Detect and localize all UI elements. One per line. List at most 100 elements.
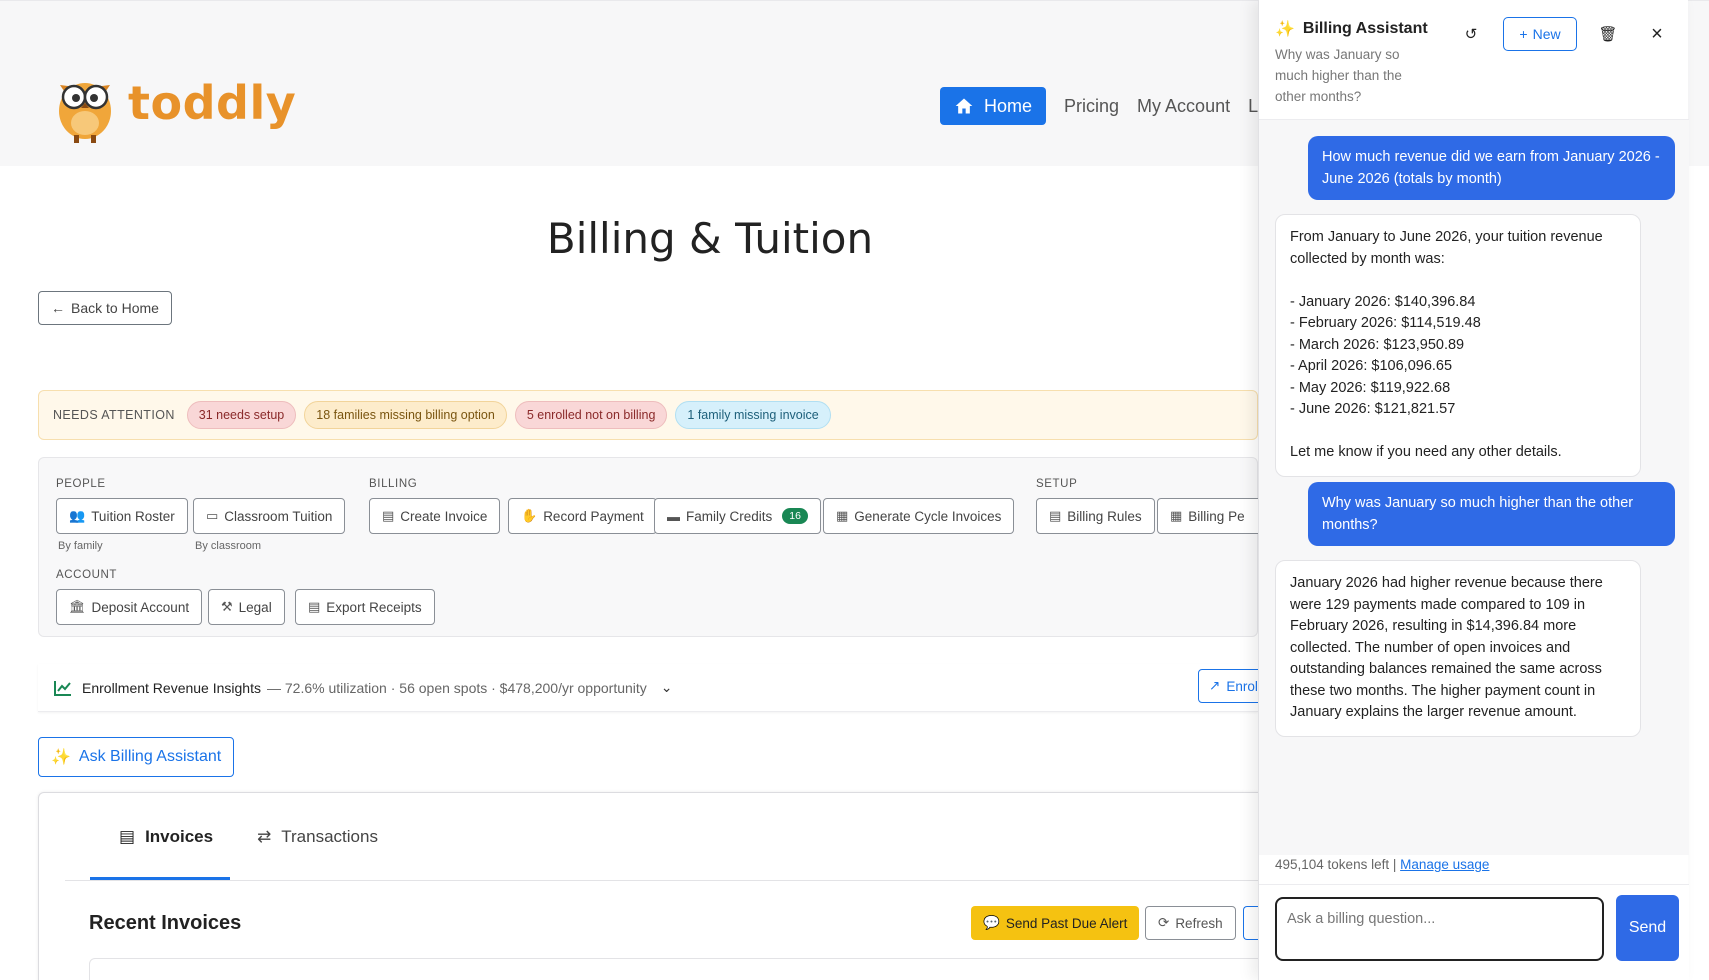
tuition-roster-label: Tuition Roster <box>91 508 175 524</box>
family-credits-label: Family Credits <box>686 508 773 524</box>
legal-label: Legal <box>238 599 272 615</box>
chat-message-assistant: January 2026 had higher revenue because … <box>1275 560 1641 737</box>
family-credits-count-badge: 16 <box>782 508 808 524</box>
refresh-button[interactable]: ⟳ Refresh <box>1145 906 1236 940</box>
tab-active-underline <box>90 877 230 880</box>
delete-chat-button[interactable]: 🗑 <box>1591 17 1625 51</box>
tuition-roster-button[interactable]: 👥 Tuition Roster <box>56 498 188 534</box>
billing-rules-button[interactable]: ▤ Billing Rules <box>1036 498 1155 534</box>
billing-rules-label: Billing Rules <box>1067 508 1142 524</box>
bank-icon: 🏛 <box>69 599 86 614</box>
billing-periods-button[interactable]: ▦ Billing Pe <box>1157 498 1267 534</box>
chat-input[interactable]: Ask a billing question... <box>1275 897 1604 961</box>
family-credits-button[interactable]: ▬ Family Credits 16 <box>654 498 821 534</box>
manage-usage-link[interactable]: Manage usage <box>1400 857 1489 872</box>
classroom-tuition-label: Classroom Tuition <box>224 508 333 524</box>
attention-pill-missing-invoice[interactable]: 1 family missing invoice <box>675 401 831 429</box>
tab-transactions-label: Transactions <box>281 827 378 846</box>
attention-pill-missing-billing-option[interactable]: 18 families missing billing option <box>304 401 507 429</box>
tab-invoices-label: Invoices <box>145 827 214 846</box>
calendar-periods-icon: ▦ <box>1170 508 1183 523</box>
assistant-title-text: Billing Assistant <box>1302 20 1428 37</box>
send-button[interactable]: Send <box>1616 895 1679 961</box>
record-payment-button[interactable]: ✋ Record Payment <box>508 498 657 534</box>
export-receipts-button[interactable]: ▤ Export Receipts <box>295 589 435 625</box>
assistant-header: ✨ Billing Assistant Why was January so m… <box>1259 0 1689 120</box>
needs-attention-bar: NEEDS ATTENTION 31 needs setup 18 famili… <box>38 390 1258 440</box>
recent-invoices-title: Recent Invoices <box>89 912 242 934</box>
billing-periods-label: Billing Pe <box>1188 508 1245 524</box>
needs-attention-label: NEEDS ATTENTION <box>53 408 175 422</box>
ask-billing-assistant-button[interactable]: ✨ Ask Billing Assistant <box>38 737 235 777</box>
enrollment-insights-bar[interactable]: Enrollment Revenue Insights — 72.6% util… <box>38 664 1258 712</box>
close-panel-button[interactable]: × <box>1640 17 1674 51</box>
assistant-title: ✨ Billing Assistant <box>1275 19 1428 39</box>
calendar-icon: ▦ <box>836 508 849 523</box>
enrollment-open-label: Enrol <box>1226 678 1258 694</box>
back-to-home-label: Back to Home <box>71 300 159 316</box>
arrow-left-icon: ← <box>51 300 65 316</box>
file-invoice-icon: ▤ <box>119 827 136 846</box>
chat-input-area: Ask a billing question... Send <box>1259 884 1689 980</box>
users-icon: 👥 <box>69 508 86 523</box>
page-title: Billing & Tuition <box>546 214 874 263</box>
wallet-icon: ▬ <box>667 508 680 524</box>
invoices-table-container <box>89 958 1269 980</box>
chevron-down-icon[interactable]: ⌄ <box>661 679 673 696</box>
generate-cycle-invoices-label: Generate Cycle Invoices <box>854 508 1002 524</box>
brand-logo[interactable]: toddly <box>48 67 296 143</box>
tuition-roster-sub: By family <box>58 540 103 552</box>
owl-logo-icon <box>59 83 111 143</box>
new-chat-label: New <box>1532 26 1561 42</box>
record-payment-label: Record Payment <box>543 508 644 524</box>
nav-pricing-link[interactable]: Pricing <box>1064 96 1119 117</box>
close-icon: × <box>1651 22 1663 45</box>
nav-home-button[interactable]: Home <box>940 87 1047 125</box>
classroom-tuition-sub: By classroom <box>195 540 262 552</box>
message-icon: 💬 <box>983 915 1000 930</box>
chalkboard-icon: ▭ <box>206 508 219 523</box>
send-past-due-alert-label: Send Past Due Alert <box>1005 915 1128 931</box>
arrows-swap-icon: ⇄ <box>257 827 272 846</box>
setup-group-label: SETUP <box>1036 478 1078 490</box>
nav-cutoff-link[interactable]: L <box>1248 96 1258 117</box>
account-group-label: ACCOUNT <box>56 569 118 581</box>
plus-icon: + <box>1519 26 1528 42</box>
send-past-due-alert-button[interactable]: 💬 Send Past Due Alert <box>971 906 1140 940</box>
history-icon: ↺ <box>1464 26 1478 43</box>
chart-line-icon <box>54 680 71 696</box>
magic-wand-icon: ✨ <box>1275 21 1295 38</box>
classroom-tuition-button[interactable]: ▭ Classroom Tuition <box>193 498 346 534</box>
attention-pill-not-on-billing[interactable]: 5 enrolled not on billing <box>514 401 668 429</box>
new-chat-button[interactable]: + New <box>1503 17 1577 51</box>
home-icon <box>955 98 973 114</box>
tab-divider <box>65 880 1265 881</box>
people-group-label: PEOPLE <box>56 478 106 490</box>
trash-icon: 🗑 <box>1598 26 1618 43</box>
create-invoice-label: Create Invoice <box>400 508 488 524</box>
billing-assistant-panel: ✨ Billing Assistant Why was January so m… <box>1258 0 1689 980</box>
brand-name: toddly <box>128 76 297 130</box>
export-receipts-label: Export Receipts <box>326 599 422 615</box>
generate-cycle-invoices-button[interactable]: ▦ Generate Cycle Invoices <box>823 498 1015 534</box>
chat-messages: How much revenue did we earn from Januar… <box>1259 120 1689 855</box>
invoices-card: ▤ Invoices ⇄ Transactions Recent Invoice… <box>38 792 1278 980</box>
nav-my-account-link[interactable]: My Account <box>1137 96 1230 117</box>
file-rules-icon: ▤ <box>1049 508 1062 523</box>
tokens-left-text: 495,104 tokens left | <box>1275 857 1397 872</box>
history-button[interactable]: ↺ <box>1454 17 1488 51</box>
file-export-icon: ▤ <box>308 599 321 614</box>
back-to-home-button[interactable]: ← Back to Home <box>38 291 172 325</box>
tab-invoices[interactable]: ▤ Invoices <box>119 827 213 847</box>
magic-wand-icon: ✨ <box>51 749 71 766</box>
chat-message-user: Why was January so much higher than the … <box>1308 482 1675 546</box>
chat-message-user: How much revenue did we earn from Januar… <box>1308 136 1675 200</box>
assistant-subtitle: Why was January so much higher than the … <box>1275 47 1402 104</box>
main-nav: Home Pricing My Account L <box>940 87 1258 125</box>
refresh-label: Refresh <box>1175 915 1223 931</box>
attention-pill-needs-setup[interactable]: 31 needs setup <box>186 401 297 429</box>
tab-transactions[interactable]: ⇄ Transactions <box>257 827 378 847</box>
deposit-account-button[interactable]: 🏛 Deposit Account <box>56 589 203 625</box>
legal-button[interactable]: ⚒ Legal <box>208 589 285 625</box>
create-invoice-button[interactable]: ▤ Create Invoice <box>369 498 501 534</box>
